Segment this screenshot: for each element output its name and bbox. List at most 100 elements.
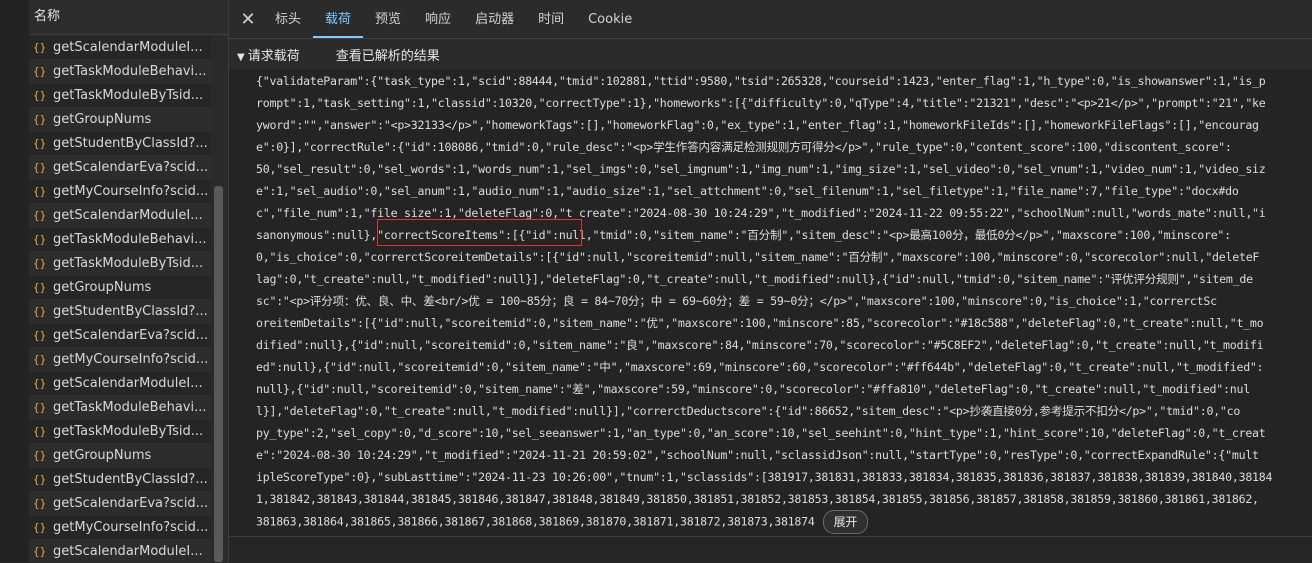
payload-line: 50,"sel_result":0,"sel_words":1,"words_n… xyxy=(256,162,1266,176)
payload-line: yword":"","answer":"<p>32133</p>","homew… xyxy=(256,118,1259,132)
request-name: getStudentByClassId?... xyxy=(53,136,208,151)
request-list-item[interactable]: {} getTaskModuleBehavi... xyxy=(29,228,211,252)
request-name: getTaskModuleByTsid... xyxy=(53,256,204,271)
request-name: getScalendarModuleI... xyxy=(53,376,203,391)
braces-icon: {} xyxy=(33,137,47,150)
request-list-item[interactable]: {} getTaskModuleByTsid... xyxy=(29,252,211,276)
request-list: {} getScalendarModuleI... {} getTaskModuleB… xyxy=(29,36,211,562)
payload-line: e":1,"sel_audio":0,"sel_anum":1,"audio_n… xyxy=(256,184,1239,198)
braces-icon: {} xyxy=(33,209,47,222)
highlight-box xyxy=(377,219,582,246)
tab-6[interactable]: Cookie xyxy=(576,0,644,38)
braces-icon: {} xyxy=(33,377,47,390)
payload-line: l}],"deleteFlag":0,"t_create":null,"t_mo… xyxy=(256,404,1241,418)
request-name: getTaskModuleBehavi... xyxy=(53,64,207,79)
request-name: getTaskModuleBehavi... xyxy=(53,232,207,247)
braces-icon: {} xyxy=(33,65,47,78)
request-detail-panel: ✕ 标头 载荷 预览 响应 启动器 时间 Cookie ▼ 请求载荷 查看已解析的结果 {"v… xyxy=(229,0,1312,563)
braces-icon: {} xyxy=(33,233,47,246)
braces-icon: {} xyxy=(33,41,47,54)
request-name: getGroupNums xyxy=(53,448,152,463)
request-list-item[interactable]: {} getMyCourseInfo?scid... xyxy=(29,180,211,204)
request-name: getScalendarEva?scid... xyxy=(53,496,209,511)
request-list-item[interactable]: {} getStudentByClassId?... xyxy=(29,468,211,492)
request-list-item[interactable]: {} getTaskModuleBehavi... xyxy=(29,396,211,420)
payload-source-view: {"validateParam":{"task_type":1,"scid":8… xyxy=(229,70,1312,534)
request-list-item[interactable]: {} getTaskModuleByTsid... xyxy=(29,84,211,108)
braces-icon: {} xyxy=(33,401,47,414)
view-parsed-button[interactable]: 查看已解析的结果 xyxy=(336,45,440,64)
payload-line: dified":null},{"id":null,"scoreitemid":0… xyxy=(256,338,1264,352)
payload-line: 381863,381864,381865,381866,381867,38186… xyxy=(256,514,815,529)
braces-icon: {} xyxy=(33,521,47,534)
tab-2[interactable]: 预览 xyxy=(363,0,413,38)
payload-subbar: ▼ 请求载荷 查看已解析的结果 xyxy=(229,39,1312,69)
request-list-item[interactable]: {} getScalendarModuleI... xyxy=(29,540,211,562)
braces-icon: {} xyxy=(33,497,47,510)
braces-icon: {} xyxy=(33,89,47,102)
payload-line: ed":null},{"id":null,"scoreitemid":0,"si… xyxy=(256,360,1264,374)
tab-4[interactable]: 启动器 xyxy=(463,0,526,38)
request-name: getScalendarModuleI... xyxy=(53,40,203,55)
triangle-down-icon: ▼ xyxy=(237,51,245,63)
payload-line: null},{"id":null,"scoreitemid":0,"sitem_… xyxy=(256,382,1250,396)
detail-tabbar: ✕ 标头 载荷 预览 响应 启动器 时间 Cookie xyxy=(229,0,1312,39)
request-list-item[interactable]: {} getMyCourseInfo?scid... xyxy=(29,516,211,540)
tab-3[interactable]: 响应 xyxy=(413,0,463,38)
request-list-item[interactable]: {} getStudentByClassId?... xyxy=(29,300,211,324)
request-name: getGroupNums xyxy=(53,280,152,295)
payload-line: 1,381842,381843,381844,381845,381846,381… xyxy=(256,492,1259,506)
expand-button[interactable]: 展开 xyxy=(822,510,869,534)
request-list-item[interactable]: {} getGroupNums xyxy=(29,444,211,468)
payload-line: e":"2024-08-30 10:24:29","t_modified":"2… xyxy=(256,448,1259,462)
request-name: getScalendarEva?scid... xyxy=(53,328,209,343)
tab-1[interactable]: 载荷 xyxy=(313,0,364,38)
braces-icon: {} xyxy=(33,545,47,558)
request-list-panel: 名称 {} getScalendarModuleI... {} getTaskModu… xyxy=(29,0,229,562)
request-name: getMyCourseInfo?scid... xyxy=(53,352,209,367)
request-list-item[interactable]: {} getTaskModuleByTsid... xyxy=(29,420,211,444)
request-name: getMyCourseInfo?scid... xyxy=(53,520,209,535)
request-payload-label: 请求载荷 xyxy=(247,48,300,64)
payload-line: e":0}],"correctRule":{"id":108086,"tmid"… xyxy=(256,140,1232,154)
request-list-item[interactable]: {} getScalendarEva?scid... xyxy=(29,492,211,516)
request-list-item[interactable]: {} getScalendarEva?scid... xyxy=(29,324,211,348)
payload-line: py_type":2,"sel_copy":0,"d_score":10,"se… xyxy=(256,426,1266,440)
request-list-item[interactable]: {} getTaskModuleBehavi... xyxy=(29,60,211,84)
window-gutter xyxy=(0,0,30,562)
request-name: getTaskModuleByTsid... xyxy=(53,424,204,439)
request-name: getScalendarModuleI... xyxy=(53,208,203,223)
payload-json-text: {"validateParam":{"task_type":1,"scid":8… xyxy=(229,70,1312,534)
close-icon[interactable]: ✕ xyxy=(233,9,263,30)
request-name: getScalendarModuleI... xyxy=(53,544,203,559)
request-list-item[interactable]: {} getStudentByClassId?... xyxy=(29,132,211,156)
tab-5[interactable]: 时间 xyxy=(526,0,576,38)
braces-icon: {} xyxy=(33,425,47,438)
payload-line: lag":0,"t_create":null,"t_modified":null… xyxy=(256,272,1253,286)
request-list-item[interactable]: {} getScalendarModuleI... xyxy=(29,36,211,60)
braces-icon: {} xyxy=(33,353,47,366)
request-list-scrollbar[interactable] xyxy=(212,36,225,562)
bottom-bar xyxy=(229,536,1312,563)
scrollbar-thumb[interactable] xyxy=(214,186,223,562)
braces-icon: {} xyxy=(33,113,47,126)
request-list-item[interactable]: {} getScalendarEva?scid... xyxy=(29,156,211,180)
name-column-header[interactable]: 名称 xyxy=(29,0,228,35)
tab-0[interactable]: 标头 xyxy=(263,0,313,38)
payload-line: ipleScoreType":0},"subLasttime":"2024-11… xyxy=(256,470,1273,484)
request-list-item[interactable]: {} getScalendarModuleI... xyxy=(29,204,211,228)
request-list-item[interactable]: {} getScalendarModuleI... xyxy=(29,372,211,396)
payload-line: 0,"is_choice":0,"correrctScoreitemDetail… xyxy=(256,250,1260,264)
request-list-item[interactable]: {} getGroupNums xyxy=(29,108,211,132)
braces-icon: {} xyxy=(33,185,47,198)
request-list-item[interactable]: {} getGroupNums xyxy=(29,276,211,300)
payload-line: oreitemDetails":[{"id":null,"scoreitemid… xyxy=(256,316,1264,330)
request-payload-toggle[interactable]: ▼ 请求载荷 xyxy=(237,45,300,64)
request-name: getStudentByClassId?... xyxy=(53,304,208,319)
request-name: getMyCourseInfo?scid... xyxy=(53,184,209,199)
braces-icon: {} xyxy=(33,257,47,270)
braces-icon: {} xyxy=(33,161,47,174)
payload-line: {"validateParam":{"task_type":1,"scid":8… xyxy=(256,74,1266,88)
request-list-item[interactable]: {} getMyCourseInfo?scid... xyxy=(29,348,211,372)
request-name: getScalendarEva?scid... xyxy=(53,160,209,175)
